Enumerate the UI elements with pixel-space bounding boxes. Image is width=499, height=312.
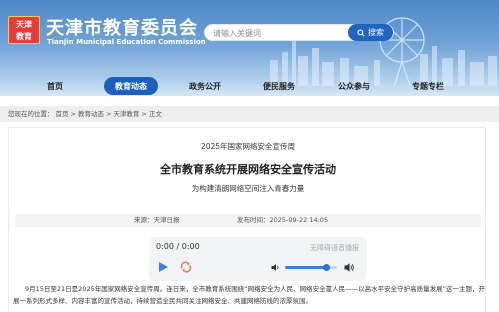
article-meta: 来源：天津日报 发布时间：2025-09-22 14:05 <box>15 214 481 227</box>
nav-item-education-news[interactable]: 教育动态 <box>104 77 158 95</box>
breadcrumb-separator: > <box>141 110 147 118</box>
article-subtitle: 为构建清朗网络空间注入青春力量 <box>191 184 305 193</box>
play-icon[interactable] <box>157 261 169 273</box>
loop-icon[interactable] <box>180 261 192 273</box>
volume-low-icon[interactable] <box>271 263 280 272</box>
search-button-label: 搜索 <box>368 28 384 37</box>
article-headline: 全市教育系统开展网络安全宣传活动 <box>160 163 336 176</box>
site-title[interactable]: 天津市教育委员会 <box>46 14 198 40</box>
nav-item-public-participation[interactable]: 公众参与 <box>329 77 379 95</box>
article-kicker: 2025年国家网络安全宣传周 <box>200 142 296 151</box>
nav-item-public-services[interactable]: 便民服务 <box>254 77 304 95</box>
time-label: 发布时间： <box>237 216 270 224</box>
search-button[interactable]: 搜索 <box>348 24 393 41</box>
source-label: 来源： <box>134 216 154 224</box>
volume-fill <box>285 266 327 269</box>
time-value: 2025-09-22 14:05 <box>269 216 329 224</box>
volume-slider[interactable] <box>285 264 337 271</box>
breadcrumb-separator: > <box>105 110 112 118</box>
search-input[interactable] <box>213 27 345 39</box>
article-source: 来源：天津日报 <box>134 214 180 227</box>
player-accessibility-label: 无障碍语音播报 <box>310 244 359 252</box>
breadcrumb-item-home[interactable]: 首页 <box>56 110 69 118</box>
nav-item-special-topics[interactable]: 专题专栏 <box>403 77 453 95</box>
nav-item-home[interactable]: 首页 <box>30 77 80 95</box>
audio-player: 0:00 / 0:00 无障碍语音播报 <box>149 237 367 281</box>
breadcrumb-item-current: 正文 <box>148 110 162 118</box>
volume-high-icon[interactable] <box>344 262 355 273</box>
source-value: 天津日报 <box>153 216 180 224</box>
article-panel: 2025年国家网络安全宣传周 全市教育系统开展网络安全宣传活动 为构建清朗网络空… <box>8 127 486 312</box>
article-body: 9月15日至21日是2025年国家网络安全宣传周。连日来，全市教育系统围绕“网络… <box>13 285 485 305</box>
breadcrumb-item-tianjin-education[interactable]: 天津教育 <box>113 110 139 118</box>
volume-slider-handle[interactable] <box>323 264 331 271</box>
nav-item-government-affairs[interactable]: 政务公开 <box>180 77 230 95</box>
site-logo[interactable]: 天津 教育 <box>8 16 40 44</box>
search-icon <box>357 28 365 37</box>
breadcrumb-separator: > <box>70 110 76 118</box>
breadcrumb-item-education-news[interactable]: 教育动态 <box>78 110 104 118</box>
search-bar: 搜索 <box>204 24 394 41</box>
breadcrumb: 您现在的位置： 首页 > 教育动态 > 天津教育 > 正文 <box>0 106 499 122</box>
article-publish-time: 发布时间：2025-09-22 14:05 <box>237 214 328 227</box>
breadcrumb-prefix: 您现在的位置： <box>8 110 54 118</box>
main-nav: 首页 教育动态 政务公开 便民服务 公众参与 专题专栏 <box>0 68 499 104</box>
site-subtitle-en: Tianjin Municipal Education Commission <box>47 38 206 46</box>
player-time: 0:00 / 0:00 <box>156 242 200 251</box>
